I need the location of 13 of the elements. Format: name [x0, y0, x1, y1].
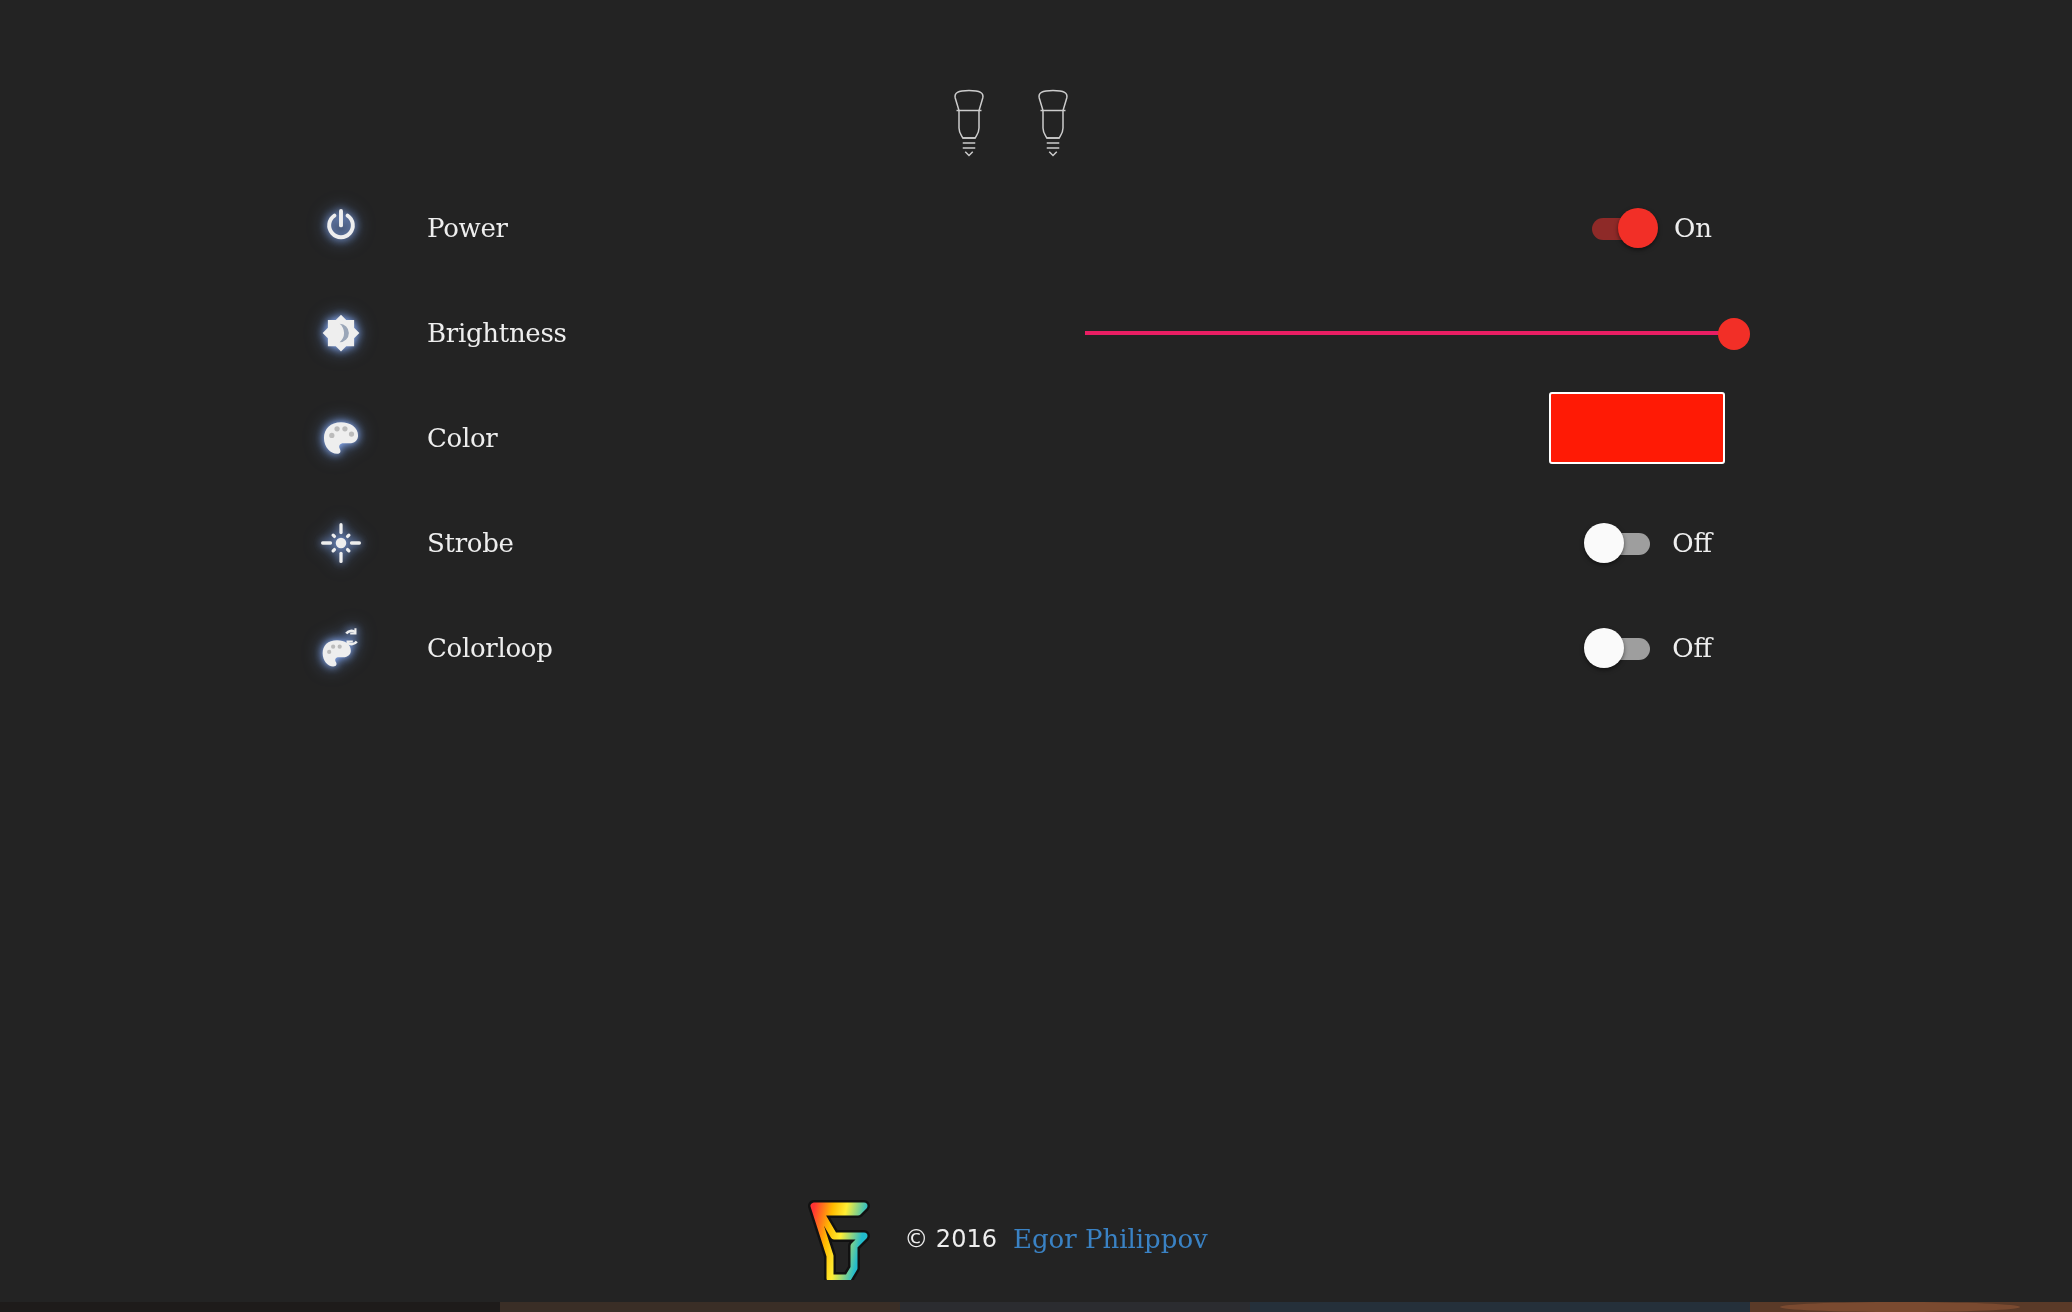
toggle-state: Off — [1672, 632, 1712, 663]
sun-icon — [320, 521, 362, 564]
toggle-state: On — [1673, 212, 1712, 243]
author-link[interactable]: Egor Philippov — [1012, 1224, 1208, 1254]
color-swatch[interactable] — [1549, 391, 1725, 464]
setting-label: Color — [427, 422, 498, 453]
setting-label: Strobe — [427, 527, 514, 558]
toggle-state: Off — [1672, 527, 1712, 558]
copyright-text: © 2016 — [904, 1225, 997, 1253]
setting-label: Colorloop — [427, 632, 553, 663]
setting-label: Brightness — [427, 317, 567, 348]
slider-thumb[interactable] — [1717, 317, 1750, 350]
setting-label: Power — [427, 212, 508, 243]
